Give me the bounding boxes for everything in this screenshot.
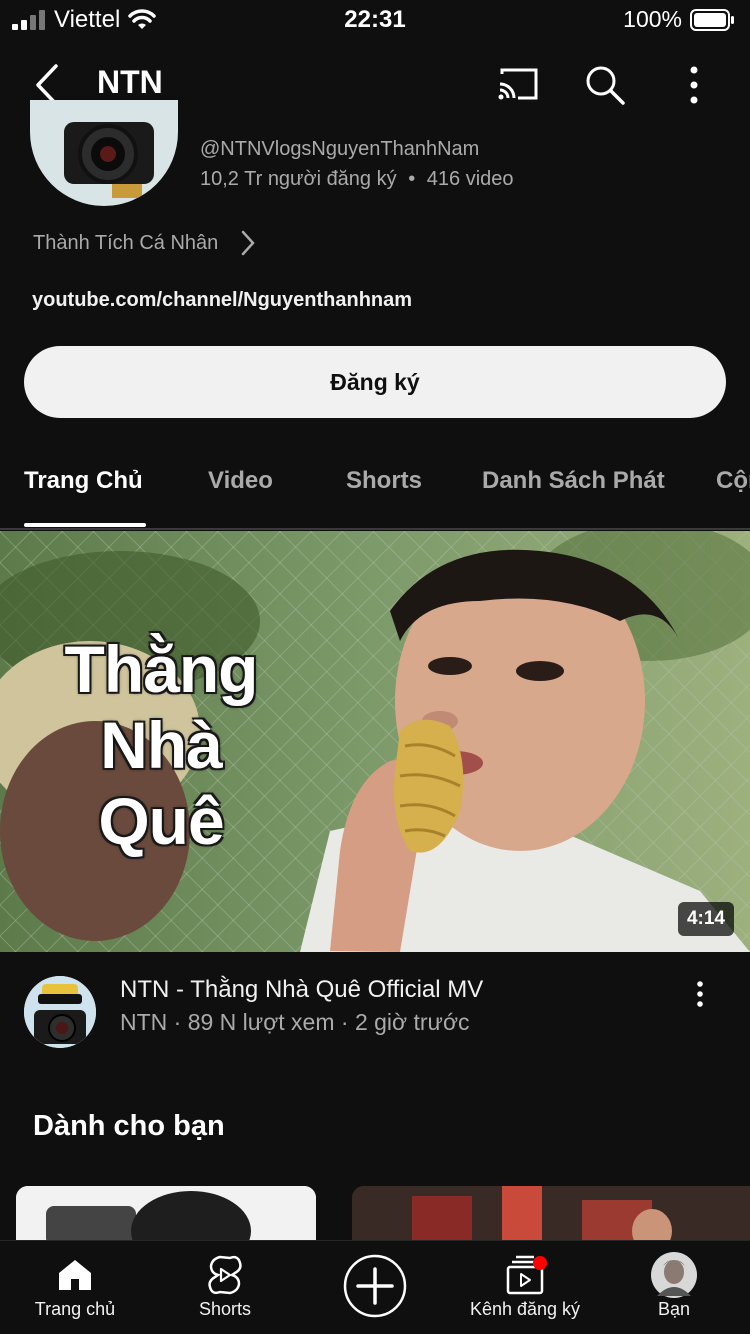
- home-icon: [59, 1260, 91, 1290]
- section-title: Dành cho bạn: [33, 1110, 225, 1142]
- shorts-icon: [208, 1255, 242, 1295]
- nav-you-label: Bạn: [657, 1299, 691, 1319]
- channel-handle: @NTNVlogsNguyenThanhNam: [200, 138, 480, 160]
- bottom-navigation: Trang chủ Shorts Kênh đăng ký Bạn: [0, 1240, 750, 1334]
- status-right: 100%: [623, 6, 736, 33]
- featured-video-thumbnail[interactable]: Thằng Nhà Quê 4:14: [0, 531, 750, 952]
- battery-percent: 100%: [623, 6, 682, 32]
- tab-videos[interactable]: Video: [208, 467, 273, 495]
- cast-icon[interactable]: [496, 66, 540, 102]
- channel-link[interactable]: youtube.com/channel/Nguyenthanhnam: [32, 289, 412, 312]
- channel-stats: 10,2 Tr người đăng ký • 416 video: [200, 168, 514, 191]
- channel-avatar[interactable]: [30, 100, 178, 206]
- chevron-right-icon: [242, 230, 255, 256]
- profile-avatar: [651, 1252, 697, 1298]
- video-count: 416 video: [426, 168, 514, 190]
- nav-subscriptions[interactable]: Kênh đăng ký: [458, 1241, 592, 1334]
- thumbnail-caption-line: Quê: [98, 784, 224, 858]
- nav-home[interactable]: Trang chủ: [30, 1241, 120, 1334]
- active-tab-indicator: [24, 523, 146, 527]
- video-channel-avatar[interactable]: [24, 976, 96, 1048]
- subscribe-button[interactable]: Đăng ký: [24, 346, 726, 418]
- video-metadata: NTN · 89 N lượt xem · 2 giờ trước: [120, 1009, 470, 1035]
- create-icon: [343, 1254, 407, 1318]
- video-title[interactable]: NTN - Thằng Nhà Quê Official MV: [120, 976, 483, 1004]
- nav-you[interactable]: Bạn: [634, 1241, 714, 1334]
- video-duration-badge: 4:14: [677, 902, 734, 936]
- status-bar: Viettel 22:31 100%: [0, 0, 750, 40]
- notification-dot: [533, 1256, 547, 1270]
- achievement-link[interactable]: Thành Tích Cá Nhân: [33, 230, 256, 256]
- nav-subscriptions-label: Kênh đăng ký: [469, 1299, 581, 1319]
- stats-separator: •: [408, 168, 416, 190]
- recommended-video-card[interactable]: [352, 1186, 750, 1246]
- nav-shorts-label: Shorts: [198, 1299, 252, 1319]
- video-more-options-icon[interactable]: [690, 980, 710, 1010]
- tab-community[interactable]: Cộng: [716, 467, 750, 495]
- page-title: NTN: [97, 64, 163, 100]
- more-options-icon[interactable]: [684, 64, 704, 106]
- nav-shorts[interactable]: Shorts: [180, 1241, 270, 1334]
- thumbnail-caption: Thằng Nhà Quê: [36, 631, 286, 859]
- tab-shorts[interactable]: Shorts: [346, 467, 422, 495]
- tab-home[interactable]: Trang Chủ: [24, 467, 143, 495]
- thumbnail-caption-line: Thằng: [64, 632, 259, 706]
- thumbnail-caption-line: Nhà: [100, 708, 223, 782]
- channel-tabs: Trang Chủ Video Shorts Danh Sách Phát Cộ…: [0, 440, 750, 530]
- nav-create[interactable]: [335, 1241, 415, 1334]
- recommended-video-card[interactable]: [16, 1186, 316, 1246]
- nav-home-label: Trang chủ: [34, 1299, 116, 1319]
- subscriptions-icon: [506, 1255, 547, 1295]
- subscriber-count: 10,2 Tr người đăng ký: [200, 168, 397, 190]
- battery-icon: [690, 8, 734, 31]
- tab-playlists[interactable]: Danh Sách Phát: [482, 467, 665, 495]
- search-icon[interactable]: [584, 64, 626, 106]
- achievement-label: Thành Tích Cá Nhân: [33, 231, 219, 254]
